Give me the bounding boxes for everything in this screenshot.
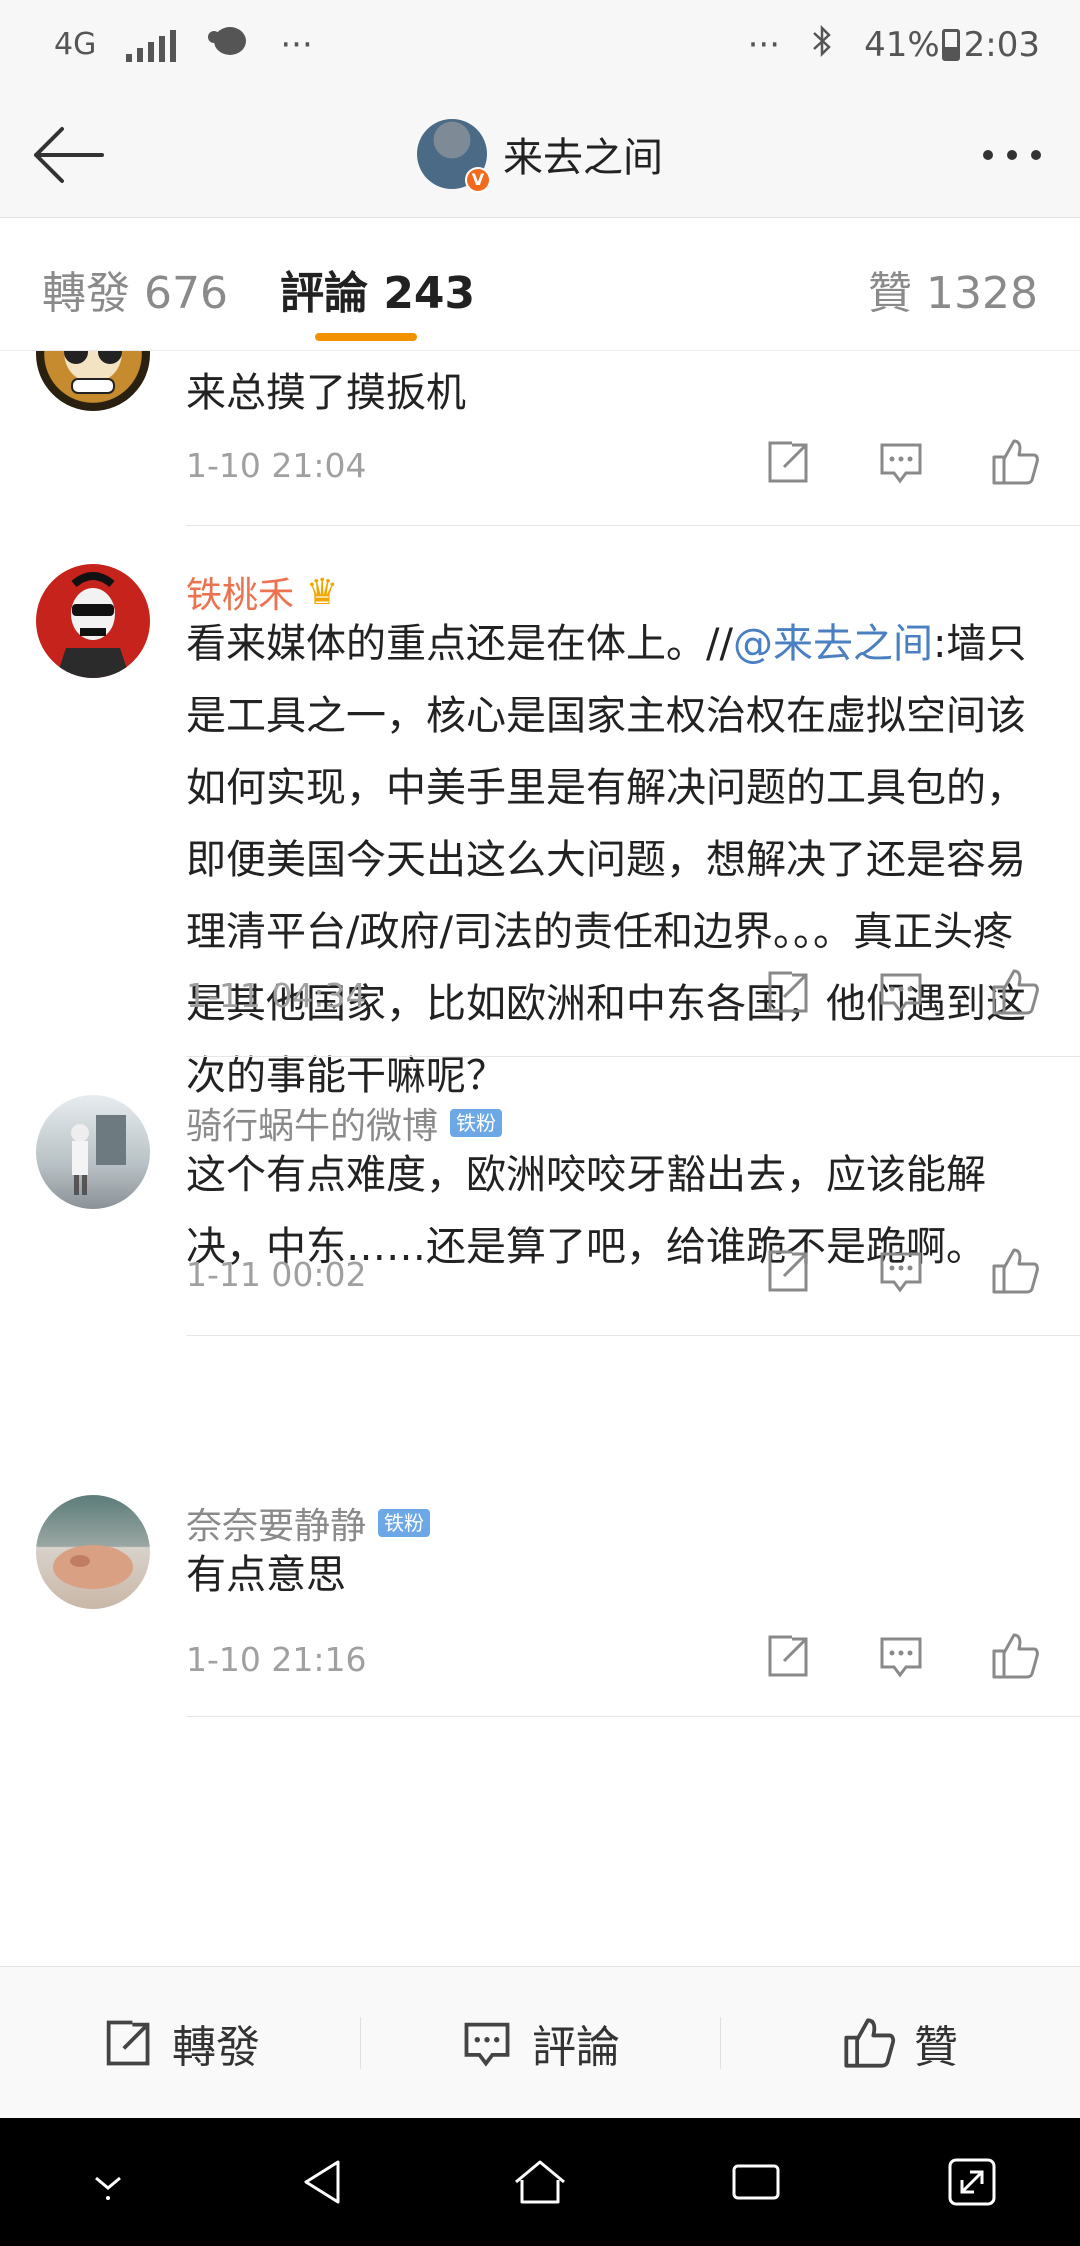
comment-item: 奈奈要静静 铁粉 有点意思 1-10 21:16	[0, 1457, 1080, 1717]
signal-icon	[126, 28, 177, 62]
comment-icon[interactable]	[876, 967, 926, 1017]
like-icon	[842, 2016, 896, 2070]
comment-text-part: 看来媒体的重点还是在体上。//	[186, 621, 733, 667]
active-tab-indicator	[315, 333, 417, 341]
comment-list[interactable]: 来总摸了摸扳机 1-10 21:04 铁桃禾 ♛ 看来媒体的重点还是在体上。//…	[0, 351, 1080, 1966]
fan-badge: 铁粉	[378, 1509, 431, 1537]
more-options-icon[interactable]	[972, 120, 1052, 190]
comment-label: 評論	[532, 2021, 620, 2073]
mention-link[interactable]: @来去之间	[733, 621, 933, 667]
more-notifications: ···	[280, 25, 313, 65]
repost-icon[interactable]	[762, 1631, 812, 1681]
system-nav-bar	[0, 2118, 1080, 2246]
clock: 2:03	[963, 25, 1040, 65]
comment-icon	[460, 2016, 514, 2070]
more-status: ···	[747, 25, 781, 65]
comment-item: 来总摸了摸扳机 1-10 21:04	[0, 351, 1080, 526]
recents-nav-icon[interactable]	[724, 2150, 788, 2214]
comment-item: 铁桃禾 ♛ 看来媒体的重点还是在体上。//@来去之间:墙只是工具之一，核心是国家…	[0, 526, 1080, 1099]
app-notification-icon	[206, 23, 250, 68]
nav-avatar[interactable]: V	[417, 118, 491, 193]
crown-icon: ♛	[306, 571, 339, 613]
comment-text: 来总摸了摸扳机	[186, 370, 466, 416]
comment-time: 1-11 04:34	[186, 976, 367, 1015]
rotate-screen-icon[interactable]	[940, 2150, 1004, 2214]
comment-icon[interactable]	[876, 1246, 926, 1296]
bottom-action-bar: 轉發 評論 贊	[0, 1966, 1080, 2118]
fan-badge: 铁粉	[450, 1109, 503, 1137]
repost-icon[interactable]	[762, 437, 812, 487]
comment-button[interactable]: 評論	[360, 1967, 720, 2118]
tab-likes[interactable]: 贊 1328	[868, 257, 1038, 321]
tab-comments[interactable]: 評論 243	[280, 257, 475, 321]
back-arrow-icon[interactable]	[28, 120, 108, 190]
comment-text: 有点意思	[186, 1552, 346, 1598]
comment-icon[interactable]	[876, 1631, 926, 1681]
comment-divider	[186, 1335, 1080, 1336]
verified-badge: V	[465, 166, 491, 193]
battery-percent: 41%	[864, 25, 940, 65]
like-label: 贊	[914, 2021, 958, 2073]
repost-label: 轉發	[172, 2021, 260, 2073]
like-icon[interactable]	[990, 437, 1040, 487]
bluetooth-icon	[810, 23, 834, 68]
comment-text: 看来媒体的重点还是在体上。//@来去之间:墙只是工具之一，核心是国家主权治权在虚…	[186, 608, 1046, 1112]
repost-button[interactable]: 轉發	[0, 1967, 360, 2118]
like-icon[interactable]	[990, 967, 1040, 1017]
comment-avatar[interactable]	[36, 351, 150, 411]
comment-item: 骑行蜗牛的微博 铁粉 这个有点难度，欧洲咬咬牙豁出去，应该能解决，中东……还是算…	[0, 1057, 1080, 1336]
repost-icon[interactable]	[762, 967, 812, 1017]
repost-icon	[100, 2016, 154, 2070]
network-type: 4G	[54, 27, 97, 62]
back-nav-icon[interactable]	[292, 2150, 356, 2214]
tab-bar: 轉發 676 評論 243 贊 1328	[0, 219, 1080, 351]
nav-bar: V 来去之间	[0, 90, 1080, 218]
nav-profile[interactable]: V 来去之间	[417, 118, 663, 193]
like-button[interactable]: 贊	[720, 1967, 1080, 2118]
comment-icon[interactable]	[876, 437, 926, 487]
like-icon[interactable]	[990, 1631, 1040, 1681]
comment-text-part: :墙只是工具之一，核心是国家主权治权在虚拟空间该如何实现，中美手里是有解决问题的…	[186, 621, 1027, 1099]
repost-icon[interactable]	[762, 1246, 812, 1296]
comment-time: 1-11 00:02	[186, 1255, 367, 1294]
home-nav-icon[interactable]	[508, 2150, 572, 2214]
comment-time: 1-10 21:04	[186, 446, 367, 485]
comment-avatar[interactable]	[36, 1495, 150, 1609]
like-icon[interactable]	[990, 1246, 1040, 1296]
tab-repost[interactable]: 轉發 676	[42, 257, 228, 321]
battery-icon	[941, 29, 960, 61]
nav-title: 来去之间	[503, 134, 663, 181]
status-bar: 4G ··· ··· 41% 2:03	[0, 0, 1080, 90]
comment-divider	[186, 1716, 1080, 1717]
hide-keyboard-icon[interactable]	[76, 2150, 140, 2214]
comment-time: 1-10 21:16	[186, 1640, 367, 1679]
comment-avatar[interactable]	[36, 564, 150, 678]
comment-avatar[interactable]	[36, 1095, 150, 1209]
